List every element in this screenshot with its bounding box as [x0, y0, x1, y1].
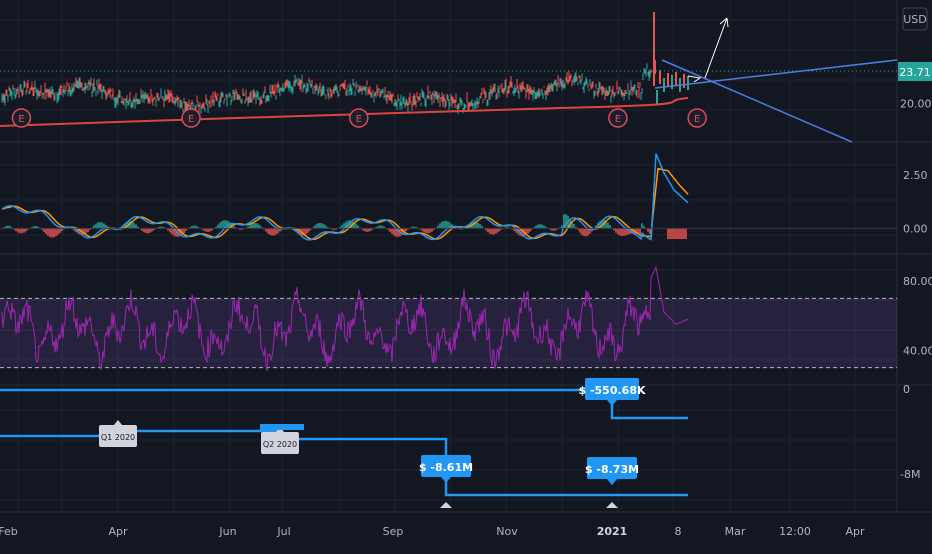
price-pane[interactable]: EEEEE	[0, 12, 898, 143]
time-axis-label: Apr	[108, 525, 128, 538]
earnings-marker-label: E	[18, 114, 24, 125]
time-axis-label: Nov	[496, 525, 518, 538]
value-callout-label: $ -550.68K	[578, 384, 645, 397]
value-callout[interactable]: $ -8.61M	[419, 455, 473, 483]
earnings-marker[interactable]: E	[11, 108, 32, 128]
value-callout[interactable]: $ -8.73M	[585, 457, 639, 485]
rsi-tick-label: 40.00	[903, 344, 932, 357]
macd-line	[1, 153, 689, 241]
grid	[0, 0, 932, 513]
earnings-marker[interactable]: E	[608, 108, 628, 128]
value-callout[interactable]: $ -550.68K	[578, 378, 646, 406]
macd-tick-label: 2.50	[903, 169, 928, 182]
earnings-marker-label: E	[356, 114, 362, 125]
quarter-badge-label: Q2 2020	[263, 440, 297, 449]
earnings-marker[interactable]: E	[349, 108, 369, 128]
chart-stage[interactable]: E E E E E $ -550.68K $ -8.61M $ -8.73M Q1 2020 Q…	[0, 0, 932, 550]
value-callout-label: $ -8.61M	[419, 461, 473, 474]
earnings-marker[interactable]: E	[181, 108, 201, 128]
fundamentals-pane[interactable]: $ -550.68K $ -8.61M $ -8.73M Q1 2020 Q2 2020	[0, 378, 688, 508]
currency-label: USD	[903, 13, 927, 26]
rsi-pane[interactable]	[0, 265, 897, 371]
price-tick-label: 20.00	[900, 97, 932, 110]
time-axis-label: Jul	[276, 525, 290, 538]
arrow-annotation[interactable]	[704, 17, 729, 79]
value-callout-label: $ -8.73M	[585, 463, 639, 476]
price-axis[interactable]: 20.00 2.50 0.00 80.00 40.00 0 -8M	[900, 97, 932, 481]
earnings-marker-label: E	[188, 114, 194, 125]
time-axis-label: 12:00	[779, 525, 811, 538]
arrow-annotation[interactable]	[687, 75, 702, 83]
quarter-badge-label: Q1 2020	[101, 433, 135, 442]
time-axis-label: 2021	[597, 525, 628, 538]
chart-svg[interactable]: E E E E E $ -550.68K $ -8.61M $ -8.73M Q1 2020 Q…	[0, 0, 932, 550]
earnings-marker[interactable]: E	[687, 108, 707, 128]
rsi-band	[0, 298, 897, 368]
earnings-marker-label: E	[615, 114, 621, 125]
time-axis-label: Apr	[845, 525, 865, 538]
moving-average-line	[0, 97, 689, 127]
trend-line-lower[interactable]	[661, 59, 853, 143]
trend-line-upper[interactable]	[654, 59, 898, 89]
quarter-marker	[260, 424, 304, 430]
time-axis-label: Sep	[383, 525, 404, 538]
macd-tick-label: 0.00	[903, 222, 928, 235]
time-axis-label: 8	[675, 525, 682, 538]
fundamentals-tick-label: 0	[903, 383, 910, 396]
earnings-marker-label: E	[694, 114, 700, 125]
fundamentals-tick-label: -8M	[900, 468, 920, 481]
last-price-label: 23.71	[899, 66, 931, 79]
macd-pane[interactable]	[0, 153, 897, 241]
event-marker	[606, 502, 618, 508]
quarter-badge[interactable]: Q1 2020	[99, 420, 137, 447]
time-axis-label: Mar	[725, 525, 746, 538]
time-axis-label: Feb	[0, 525, 18, 538]
time-axis-label: Jun	[218, 525, 236, 538]
rsi-tick-label: 80.00	[903, 275, 932, 288]
time-axis[interactable]: Feb Apr Jun Jul Sep Nov 2021 8 Mar 12:00 Apr	[0, 525, 865, 538]
